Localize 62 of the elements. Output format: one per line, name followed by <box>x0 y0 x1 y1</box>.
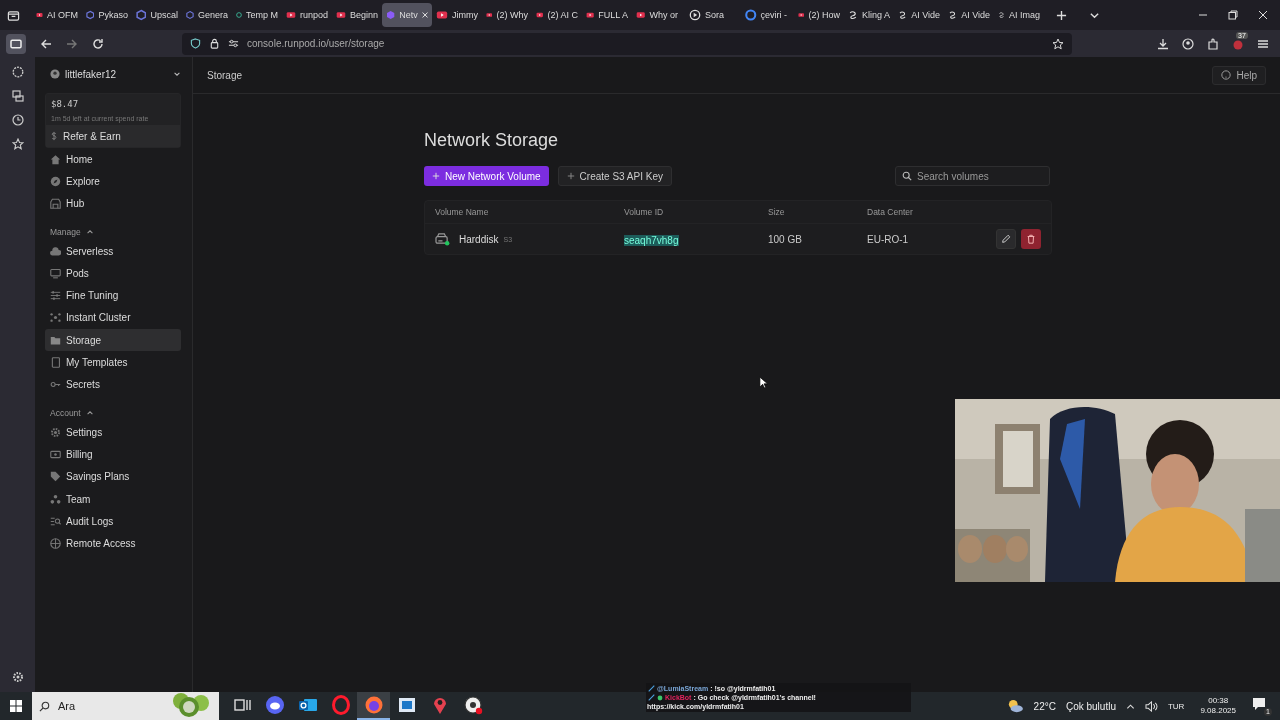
browser-tab[interactable]: runpod <box>282 3 332 27</box>
temperature-text: 22°C <box>1033 700 1056 712</box>
volume-name: Harddisk <box>459 233 499 245</box>
sidebar-item[interactable]: Savings Plans <box>45 465 181 488</box>
table-cell-text: 100 GB <box>768 233 803 245</box>
browser-tab[interactable]: AI OFM <box>32 3 82 27</box>
refer-link[interactable]: Refer & Earn <box>46 125 180 147</box>
sidebar-item[interactable]: Secrets <box>45 373 181 396</box>
column-header: Volume Name <box>435 207 490 217</box>
address-bar[interactable]: console.runpod.io/user/storage <box>182 32 1072 55</box>
section-toggle[interactable]: Manage <box>45 223 181 240</box>
section-toggle[interactable]: Account <box>45 404 181 421</box>
create-key-button[interactable]: Create S3 API Key <box>557 166 672 186</box>
browser-tab[interactable]: Pykaso <box>82 3 132 27</box>
search-field[interactable]: Search volumes <box>895 166 1050 186</box>
sidebar-item[interactable]: Storage <box>45 329 181 352</box>
sidebar-item[interactable]: Audit Logs <box>45 510 181 533</box>
sidebar-item[interactable]: Serverless <box>45 239 181 263</box>
browser-tab[interactable]: Beginn <box>332 3 382 27</box>
browser-tab[interactable]: (2) How <box>794 3 844 27</box>
balance-amount: $8.47 <box>51 99 80 109</box>
browser-tab[interactable]: AI Vide <box>894 3 944 27</box>
browser-tab[interactable]: AI Vide <box>944 3 994 27</box>
browser-tab[interactable]: çeviri - <box>741 3 791 27</box>
account-switcher[interactable]: littlefaker12 <box>45 63 181 85</box>
sidebar-item[interactable]: Fine Tuning <box>45 284 181 307</box>
sidebar-item[interactable]: Pods <box>45 262 181 285</box>
browser-tab[interactable]: FULL A <box>582 3 632 27</box>
browser-tab[interactable]: Sora <box>685 3 735 27</box>
sidebar-item[interactable]: Team <box>45 487 181 511</box>
browser-tab[interactable]: AI Imag <box>994 3 1044 27</box>
browser-tab[interactable]: Genera <box>182 3 232 27</box>
sidebar-item[interactable]: Hub <box>45 192 181 215</box>
page-title: Network Storage <box>424 130 560 151</box>
browser-tab[interactable]: (2) AI C <box>532 3 582 27</box>
new-volume-button[interactable]: New Network Volume <box>424 166 549 186</box>
browser-tab[interactable]: (2) Why <box>482 3 532 27</box>
browser-tab[interactable]: Jimmy <box>432 3 482 27</box>
browser-tab[interactable]: Why or <box>632 3 682 27</box>
sidebar-item[interactable]: Home <box>45 148 181 171</box>
column-header: Data Center <box>867 207 914 217</box>
column-header: Size <box>768 207 786 217</box>
language-indicator[interactable]: TUR <box>1167 701 1185 711</box>
sidebar-item[interactable]: Explore <box>45 170 181 193</box>
sidebar-item[interactable]: Billing <box>45 443 181 466</box>
sidebar-item[interactable]: Settings <box>45 420 181 444</box>
browser-tab[interactable]: Kling A <box>844 3 894 27</box>
help-button[interactable]: Help <box>1212 65 1266 85</box>
sidebar-item[interactable]: Remote Access <box>45 532 181 555</box>
sidebar-item[interactable]: My Templates <box>45 351 181 374</box>
weather-text: Çok bulutlu <box>1065 700 1116 712</box>
sidebar-item[interactable]: Instant Cluster <box>45 306 181 330</box>
browser-tab[interactable]: Upscal <box>132 3 182 27</box>
taskbar-search[interactable]: Ara <box>32 692 219 720</box>
browser-tab[interactable]: Temp M <box>232 3 282 27</box>
column-header: Volume ID <box>624 207 665 217</box>
table-cell-text: EU-RO-1 <box>867 233 910 245</box>
url-text: console.runpod.io/user/storage <box>247 38 385 49</box>
page-breadcrumb: Storage <box>207 69 243 81</box>
browser-tab[interactable]: Netv <box>382 3 432 27</box>
clock[interactable]: 00:38 9.08.2025 <box>1200 696 1236 716</box>
volume-id: seaqh7vh8g <box>624 235 679 246</box>
